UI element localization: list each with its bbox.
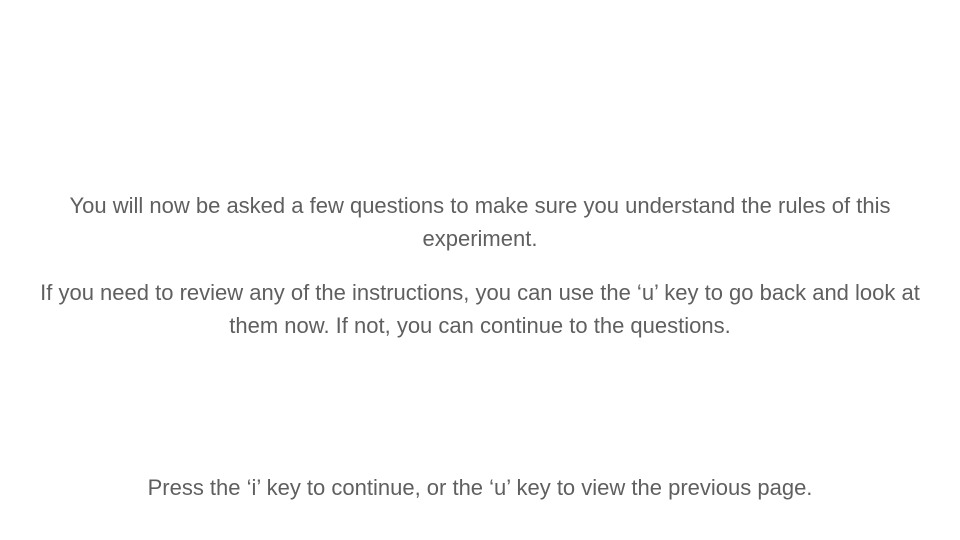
instruction-slide: You will now be asked a few questions to… [0,0,960,540]
key-prompt: Press the ‘i’ key to continue, or the ‘u… [147,475,813,500]
instructions-block: You will now be asked a few questions to… [40,189,920,342]
instructions-paragraph-intro: You will now be asked a few questions to… [69,193,891,251]
instructions-paragraph-review: If you need to review any of the instruc… [40,280,920,338]
